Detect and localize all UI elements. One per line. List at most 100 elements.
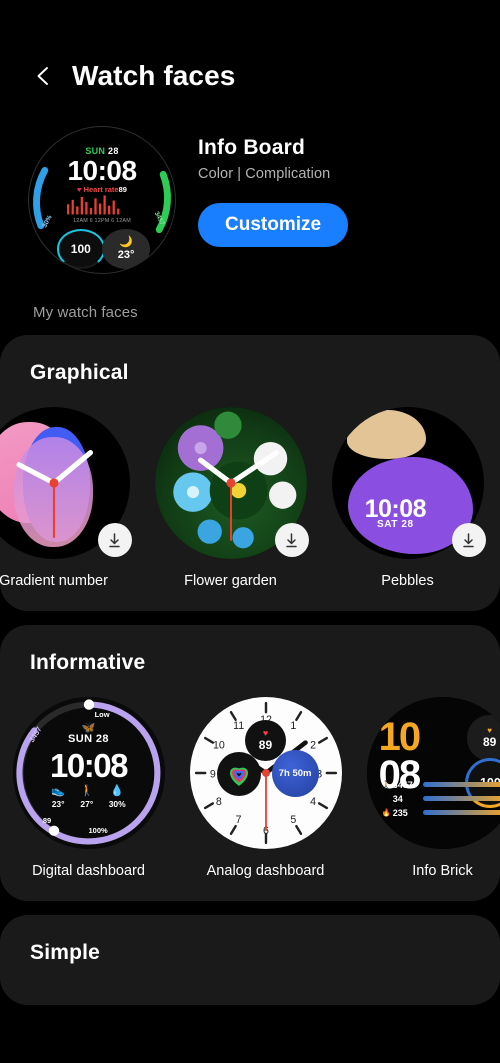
face-label: Pebbles bbox=[381, 573, 433, 589]
dd-heart: 89 bbox=[43, 816, 51, 825]
dd-comp-value: 23° bbox=[52, 799, 65, 809]
face-item-analog-dashboard[interactable]: 1212 345 678 91011 ♥ 89 bbox=[177, 697, 354, 879]
ib-stat-bar bbox=[423, 810, 500, 815]
heart-icon: ♥ bbox=[263, 729, 268, 738]
ib-heart-value: 89 bbox=[483, 735, 496, 749]
face-item-gradient-number[interactable]: Gradient number bbox=[0, 407, 142, 589]
section-title: Graphical bbox=[0, 361, 500, 385]
face-label: Flower garden bbox=[184, 573, 277, 589]
ib-stats: 🚶 3457 ⏱ 34 🔥 235 bbox=[382, 780, 500, 822]
ib-stat-row: 🔥 235 bbox=[382, 808, 500, 818]
face-label: Analog dashboard bbox=[207, 863, 325, 879]
pebbles-date: SAT 28 bbox=[332, 519, 460, 530]
face-label: Gradient number bbox=[0, 573, 108, 589]
current-face-preview[interactable]: SUN 28 10:08 ♥ Heart rate89 bbox=[28, 126, 176, 274]
ad-sleep-complication: 7h 50m bbox=[272, 750, 319, 797]
ib-stat-value: 34 bbox=[393, 794, 423, 804]
thumbnail-wrap[interactable]: 1212 345 678 91011 ♥ 89 bbox=[190, 697, 342, 849]
preview-battery-complication: 100 bbox=[57, 229, 105, 268]
dd-complication: 🚶 27° bbox=[80, 784, 94, 809]
section-simple: Simple bbox=[0, 915, 500, 1005]
ib-stat-bar bbox=[423, 782, 500, 787]
download-icon bbox=[106, 532, 123, 549]
ad-heart-value: 89 bbox=[259, 738, 272, 752]
ib-stat-row: 🚶 3457 bbox=[382, 780, 500, 790]
dd-low-label: Low bbox=[95, 710, 110, 719]
current-face-section: SUN 28 10:08 ♥ Heart rate89 bbox=[0, 108, 500, 274]
heart-rate-chart bbox=[64, 194, 140, 216]
current-face-subtitle: Color | Complication bbox=[198, 166, 348, 182]
activity-rings-icon bbox=[224, 759, 254, 789]
face-item-info-brick[interactable]: 10 08 ♥ 89 100 🚶 3457 bbox=[354, 697, 500, 879]
svg-text:1: 1 bbox=[290, 720, 296, 732]
download-button[interactable] bbox=[452, 523, 486, 557]
my-watch-faces-label: My watch faces bbox=[0, 274, 500, 321]
svg-text:7: 7 bbox=[235, 814, 241, 826]
ib-stat-value: 235 bbox=[393, 808, 423, 818]
ib-stat-row: ⏱ 34 bbox=[382, 794, 500, 804]
ad-activity-rings bbox=[217, 752, 261, 796]
download-button[interactable] bbox=[98, 523, 132, 557]
download-icon bbox=[283, 532, 300, 549]
preview-time: 10:08 bbox=[29, 155, 175, 187]
dd-comp-value: 27° bbox=[80, 799, 93, 809]
dd-complication: 👟 23° bbox=[51, 784, 65, 809]
water-drop-icon: 💧 bbox=[110, 784, 124, 797]
preview-battery-value: 100 bbox=[71, 242, 91, 256]
thumbnail-wrap[interactable] bbox=[0, 407, 130, 559]
thumbnail-wrap[interactable]: 🦋 SUN 28 10:08 👟 23° 🚶 27° bbox=[13, 697, 165, 849]
thumbnail-wrap[interactable] bbox=[155, 407, 307, 559]
heart-label: Heart rate bbox=[84, 185, 119, 194]
person-icon: 🚶 bbox=[80, 784, 94, 797]
watch-face-thumbnail: 1212 345 678 91011 ♥ 89 bbox=[190, 697, 342, 849]
chevron-left-icon bbox=[32, 65, 54, 87]
svg-text:5: 5 bbox=[290, 814, 296, 826]
current-face-name: Info Board bbox=[198, 136, 348, 160]
dd-time: 10:08 bbox=[13, 747, 165, 785]
heart-value: 89 bbox=[119, 185, 127, 194]
back-button[interactable] bbox=[26, 59, 60, 93]
face-row: 🦋 SUN 28 10:08 👟 23° 🚶 27° bbox=[0, 697, 500, 879]
ib-stat-value: 3457 bbox=[393, 780, 423, 790]
face-label: Info Brick bbox=[412, 863, 472, 879]
thumbnail-wrap[interactable]: 10 08 ♥ 89 100 🚶 3457 bbox=[367, 697, 500, 849]
ib-stat-bar bbox=[423, 796, 500, 801]
heart-icon: ♥ bbox=[487, 727, 492, 735]
dd-battery: 100% bbox=[89, 826, 108, 835]
svg-text:11: 11 bbox=[233, 720, 244, 732]
preview-weather-complication: 🌙 23° bbox=[102, 229, 150, 268]
section-graphical: Graphical bbox=[0, 335, 500, 611]
header: Watch faces bbox=[0, 0, 500, 108]
moon-icon: 🌙 bbox=[119, 237, 133, 248]
watch-faces-screen: Watch faces SUN 28 10:08 ♥ Heart rate89 bbox=[0, 0, 500, 1063]
dd-complications: 👟 23° 🚶 27° 💧 30% bbox=[13, 784, 165, 809]
face-item-flower-garden[interactable]: Flower garden bbox=[142, 407, 319, 589]
customize-button[interactable]: Customize bbox=[198, 203, 348, 247]
thumbnail-wrap[interactable]: 10:08 SAT 28 bbox=[332, 407, 484, 559]
section-informative: Informative 🦋 SUN 28 bbox=[0, 625, 500, 901]
face-item-pebbles[interactable]: 10:08 SAT 28 Pebbles bbox=[319, 407, 496, 589]
steps-icon: 🚶 bbox=[382, 780, 393, 789]
clock-icon: ⏱ bbox=[382, 794, 393, 804]
ad-sleep-value: 7h 50m bbox=[279, 768, 312, 779]
section-title: Informative bbox=[0, 651, 500, 675]
preview-temp: 23° bbox=[118, 249, 135, 261]
heart-icon: ♥ bbox=[77, 185, 81, 194]
svg-text:9: 9 bbox=[209, 769, 215, 781]
face-row: Gradient number bbox=[0, 407, 500, 589]
svg-text:4: 4 bbox=[310, 796, 316, 808]
section-title: Simple bbox=[0, 941, 500, 965]
current-face-info: Info Board Color | Complication Customiz… bbox=[198, 126, 348, 247]
face-item-digital-dashboard[interactable]: 🦋 SUN 28 10:08 👟 23° 🚶 27° bbox=[0, 697, 177, 879]
dd-complication: 💧 30% bbox=[109, 784, 126, 809]
page-title: Watch faces bbox=[72, 60, 235, 92]
download-icon bbox=[460, 532, 477, 549]
watch-face-body: SUN 28 10:08 ♥ Heart rate89 bbox=[28, 126, 176, 274]
shoe-icon: 👟 bbox=[51, 784, 65, 797]
svg-text:2: 2 bbox=[310, 740, 316, 752]
face-label: Digital dashboard bbox=[32, 863, 145, 879]
watch-face-thumbnail: 10 08 ♥ 89 100 🚶 3457 bbox=[367, 697, 500, 849]
svg-text:10: 10 bbox=[212, 740, 224, 752]
dd-comp-value: 30% bbox=[109, 799, 126, 809]
download-button[interactable] bbox=[275, 523, 309, 557]
